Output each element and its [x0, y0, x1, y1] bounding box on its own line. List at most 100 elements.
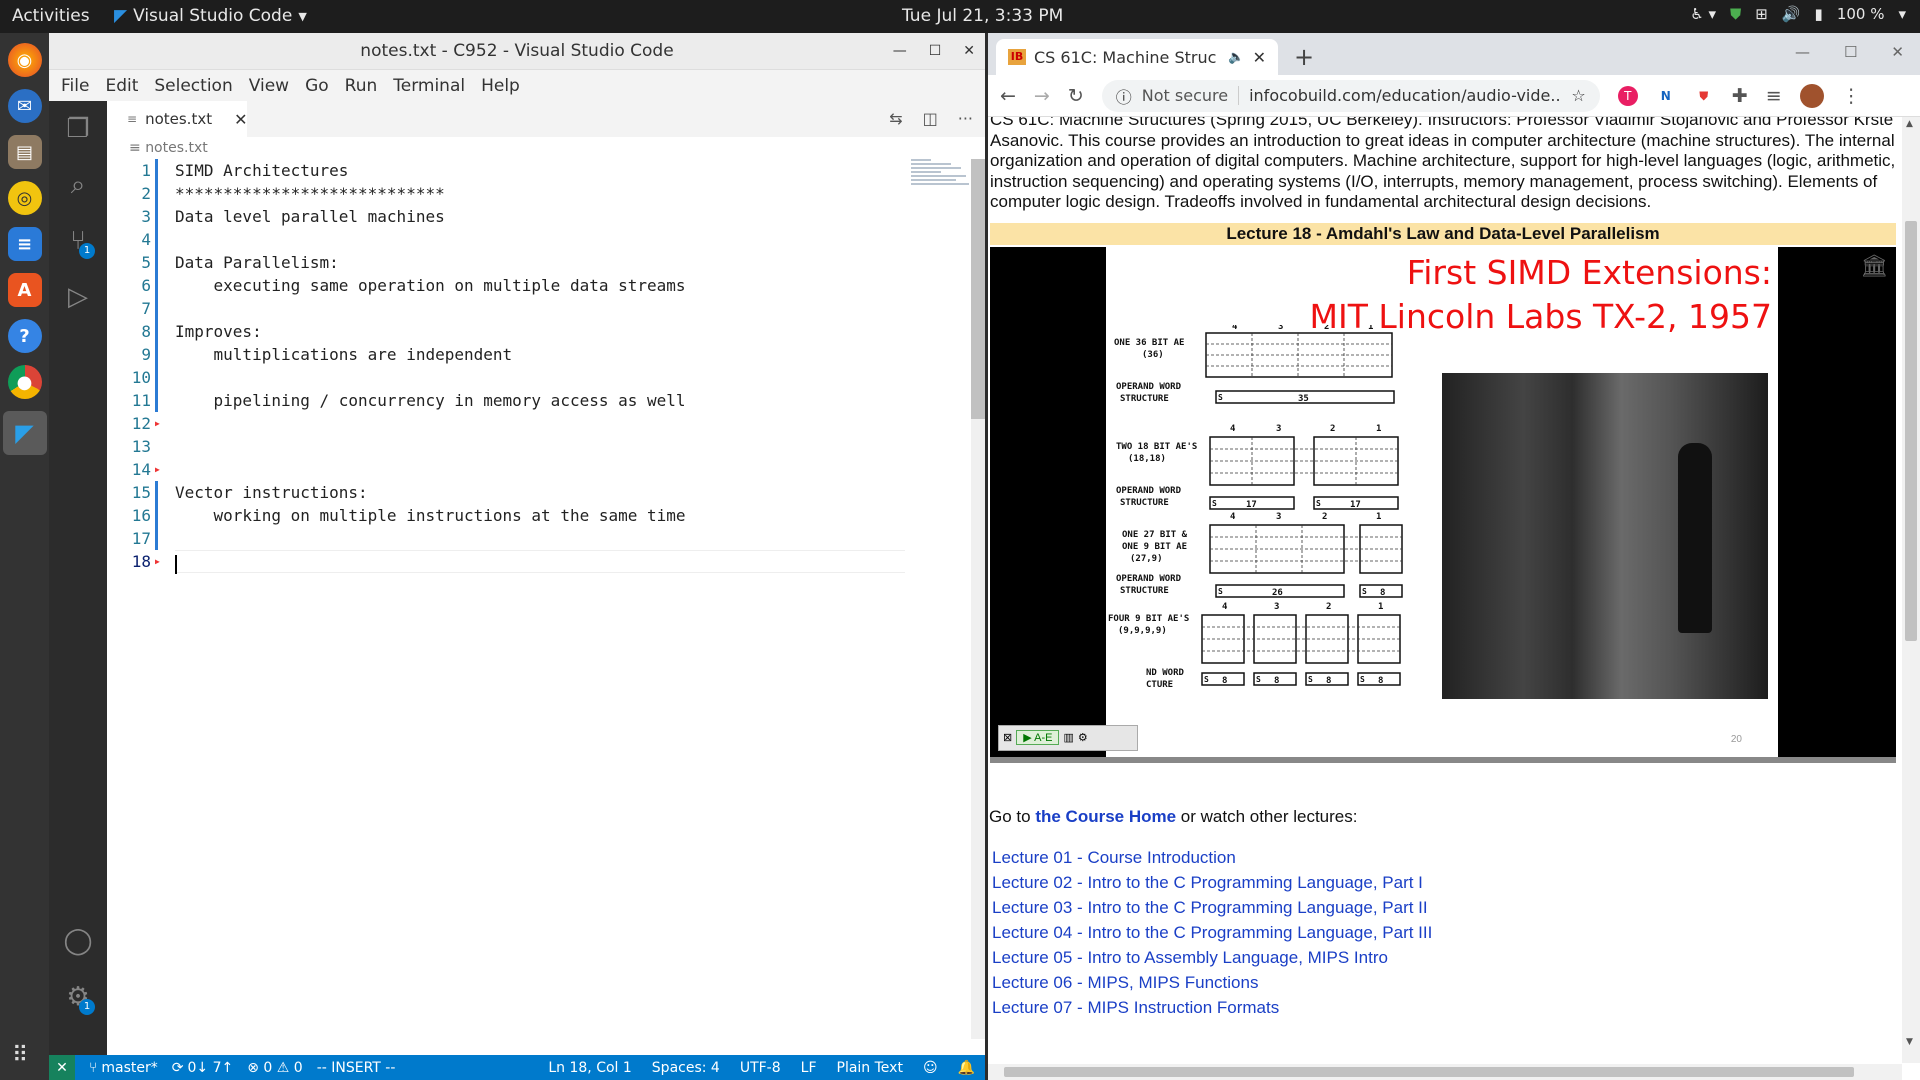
audio-playing-icon[interactable]: 🔈 [1228, 50, 1244, 65]
security-label[interactable]: Not secure [1142, 86, 1240, 105]
power-menu-icon[interactable]: ▾ [1898, 5, 1906, 23]
eol[interactable]: LF [801, 1060, 817, 1076]
extension-t-icon[interactable]: T [1617, 85, 1638, 106]
encoding[interactable]: UTF-8 [740, 1060, 781, 1076]
tab-notes-txt[interactable]: ≡ notes.txt ✕ [107, 101, 248, 137]
activities-button[interactable]: Activities [12, 6, 90, 26]
new-tab-button[interactable]: + [1294, 43, 1314, 71]
menu-edit[interactable]: Edit [97, 76, 146, 96]
equalizer-icon[interactable]: ▥ [1063, 731, 1073, 744]
remote-icon[interactable]: ✕ [49, 1055, 75, 1080]
menu-file[interactable]: File [53, 76, 97, 96]
video-progress-bar[interactable] [990, 756, 1896, 763]
media-control-icon[interactable]: ≡ [1766, 85, 1782, 107]
extensions-puzzle-icon[interactable]: ✚ [1732, 85, 1748, 107]
accessibility-icon[interactable]: ♿ ▾ [1690, 5, 1716, 23]
settings-gear-icon[interactable]: ⚙ 1 [49, 969, 107, 1025]
volume-icon[interactable]: 🔊 [1782, 5, 1801, 23]
minimize-icon[interactable]: — [1795, 43, 1810, 61]
address-bar[interactable]: ⓘ Not secure infocobuild.com/education/a… [1101, 79, 1600, 112]
lecture-link[interactable]: Lecture 02 - Intro to the C Programming … [992, 870, 1902, 895]
tab-close-icon[interactable]: ✕ [234, 110, 247, 129]
course-home-link[interactable]: the Course Home [1035, 807, 1176, 826]
menu-help[interactable]: Help [473, 76, 528, 96]
page-scrollbar[interactable]: ▲ ▼ [1902, 117, 1920, 1063]
settings-icon[interactable]: ⚙ [1078, 731, 1088, 744]
chrome-menu-icon[interactable]: ⋮ [1842, 85, 1861, 107]
problems-status[interactable]: ⊗ 0 ⚠ 0 [247, 1060, 302, 1076]
account-icon[interactable]: ◯ [49, 913, 107, 969]
page-horizontal-scrollbar[interactable] [988, 1064, 1902, 1080]
shield-icon[interactable]: ⛊ [1730, 5, 1741, 23]
sync-status[interactable]: 0↓ 7↑ [188, 1060, 234, 1076]
museum-icon[interactable]: 🏛 [1860, 253, 1888, 279]
close-player-icon[interactable]: ⊠ [1003, 731, 1012, 744]
lecture-link[interactable]: Lecture 06 - MIPS, MIPS Functions [992, 970, 1902, 995]
branch-status[interactable]: master* [101, 1060, 157, 1076]
extension-shield-icon[interactable]: ⛊ [1693, 85, 1714, 106]
battery-icon[interactable]: ▮ [1815, 5, 1823, 23]
split-editor-icon[interactable]: ◫ [923, 109, 938, 128]
open-changes-icon[interactable]: ⇆ [889, 109, 902, 128]
cursor-position[interactable]: Ln 18, Col 1 [548, 1060, 631, 1076]
indentation[interactable]: Spaces: 4 [652, 1060, 720, 1076]
run-debug-icon[interactable]: ▷ [49, 269, 107, 325]
chrome-icon[interactable]: ● [7, 365, 42, 399]
browser-tab[interactable]: IB CS 61C: Machine Struc 🔈 ✕ [996, 39, 1278, 75]
reload-icon[interactable]: ↻ [1068, 85, 1084, 107]
show-applications-icon[interactable]: ⠿ [12, 1043, 28, 1068]
player-controls[interactable]: ⊠ ▶ A-E ▥ ⚙ [998, 724, 1138, 751]
more-actions-icon[interactable]: ··· [958, 109, 973, 128]
scm-badge: 1 [79, 243, 95, 259]
video-player[interactable]: First SIMD Extensions: MIT Lincoln Labs … [990, 246, 1896, 757]
back-icon[interactable]: ← [1000, 85, 1016, 107]
close-icon[interactable]: ✕ [1891, 43, 1904, 61]
close-icon[interactable]: ✕ [963, 33, 975, 70]
language-mode[interactable]: Plain Text [837, 1060, 903, 1076]
source-control-icon[interactable]: ⑂ 1 [49, 213, 107, 269]
info-icon[interactable]: ⓘ [1116, 84, 1132, 108]
app-menu[interactable]: ◤ Visual Studio Code ▼ [114, 6, 307, 26]
editor-scrollbar[interactable] [971, 159, 985, 1039]
tab-close-icon[interactable]: ✕ [1253, 48, 1266, 67]
firefox-icon[interactable]: ◉ [7, 43, 42, 77]
profile-avatar[interactable] [1799, 83, 1824, 108]
menu-run[interactable]: Run [337, 76, 386, 96]
lecture-link[interactable]: Lecture 04 - Intro to the C Programming … [992, 920, 1902, 945]
lecture-link[interactable]: Lecture 01 - Course Introduction [992, 845, 1902, 870]
rhythmbox-icon[interactable]: ◎ [7, 181, 42, 215]
breadcrumb[interactable]: ≡ notes.txt [107, 137, 985, 159]
bookmark-star-icon[interactable]: ☆ [1571, 86, 1585, 105]
notifications-icon[interactable]: 🔔 [958, 1060, 975, 1076]
lecture-link[interactable]: Lecture 05 - Intro to Assembly Language,… [992, 945, 1902, 970]
files-icon[interactable]: ▤ [7, 135, 42, 169]
extension-n-icon[interactable]: N [1655, 85, 1676, 106]
system-tray[interactable]: ♿ ▾ ⛊ ⊞ 🔊 ▮ 100 % ▾ [1690, 5, 1906, 23]
network-icon[interactable]: ⊞ [1755, 5, 1768, 23]
thunderbird-icon[interactable]: ✉ [7, 89, 42, 123]
software-center-icon[interactable]: A [7, 273, 42, 307]
maximize-icon[interactable]: ☐ [929, 33, 942, 70]
play-button[interactable]: ▶ A-E [1016, 730, 1060, 745]
lecture-link[interactable]: Lecture 07 - MIPS Instruction Formats [992, 995, 1902, 1020]
forward-icon[interactable]: → [1034, 85, 1050, 107]
dock: ◉ ✉ ▤ ◎ ≡ A ? ● ◤ ⠿ [0, 33, 49, 1080]
minimap[interactable] [911, 159, 973, 199]
code-editor[interactable]: 1 SIMD Architectures 2 *******************… [107, 159, 907, 574]
menu-go[interactable]: Go [297, 76, 337, 96]
site-favicon: IB [1008, 49, 1026, 65]
menu-terminal[interactable]: Terminal [385, 76, 473, 96]
menu-view[interactable]: View [241, 76, 297, 96]
minimize-icon[interactable]: — [893, 33, 907, 70]
maximize-icon[interactable]: ☐ [1844, 43, 1857, 61]
writer-icon[interactable]: ≡ [7, 227, 42, 261]
menu-selection[interactable]: Selection [146, 76, 240, 96]
help-icon[interactable]: ? [7, 319, 42, 353]
search-icon[interactable]: ⌕ [49, 157, 107, 213]
clock[interactable]: Tue Jul 21, 3:33 PM [902, 6, 1063, 26]
explorer-icon[interactable]: ❐ [49, 101, 107, 157]
vscode-icon[interactable]: ◤ [2, 411, 47, 455]
lecture-link[interactable]: Lecture 03 - Intro to the C Programming … [992, 895, 1902, 920]
url-text[interactable]: infocobuild.com/education/audio-vide... [1249, 86, 1561, 105]
feedback-icon[interactable]: ☺ [923, 1060, 938, 1076]
